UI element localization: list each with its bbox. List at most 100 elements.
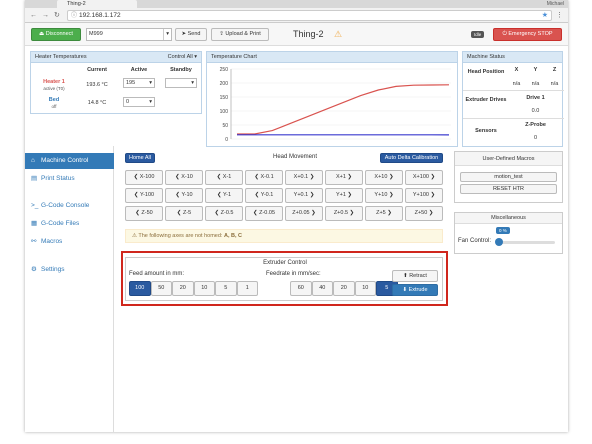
address-bar-row: ← → ↻ ⓘ 192.168.1.172 ★ ⋮	[25, 8, 568, 23]
disconnect-button[interactable]: ⏏ Disconnect	[31, 28, 81, 41]
machine-status-title: Machine Status	[467, 54, 505, 60]
jog-y-button[interactable]: ❮ Y-1	[205, 188, 243, 203]
jog-y-button[interactable]: Y+1 ❯	[325, 188, 363, 203]
bed-name[interactable]: Bed	[31, 97, 77, 103]
control-all-dropdown[interactable]: Control All ▾	[168, 52, 197, 63]
jog-z-button[interactable]: ❮ Z-0.5	[205, 206, 243, 221]
jog-x-button[interactable]: ❮ X-100	[125, 170, 163, 185]
sidebar-item-settings[interactable]: ⚙ Settings	[25, 262, 114, 278]
jog-label: Z-0.5	[220, 210, 234, 216]
machine-name: Thing-2	[293, 29, 324, 39]
heater1-standby-input[interactable]: ▾	[165, 78, 197, 88]
drive1-label: Drive 1	[526, 95, 545, 101]
jog-label: Y+10	[374, 192, 388, 198]
jog-x-button[interactable]: ❮ X-0.1	[245, 170, 283, 185]
y-tick-label: 100	[220, 109, 229, 115]
jog-x-button[interactable]: X+1 ❯	[325, 170, 363, 185]
axis-x-label: X	[514, 67, 519, 73]
sidebar-item-label: G-Code Console	[41, 202, 90, 209]
macro-motion-test-button[interactable]: motion_test	[460, 172, 557, 182]
gcode-input-value: M999	[89, 31, 103, 37]
jog-y-button[interactable]: ❮ Y-0.1	[245, 188, 283, 203]
macro-label: RESET HTR	[492, 186, 525, 192]
browser-tab[interactable]: Thing-2	[57, 0, 137, 8]
jog-y-button[interactable]: ❮ Y-100	[125, 188, 163, 203]
send-label: Send	[187, 31, 201, 37]
bed-current: 14.8 °C	[87, 100, 107, 106]
jog-label: X+0.1	[293, 174, 309, 180]
jog-y-button[interactable]: Y+100 ❯	[405, 188, 443, 203]
zprobe-value: 0	[533, 135, 538, 141]
url-field[interactable]: ⓘ 192.168.1.172 ★	[67, 10, 552, 21]
auto-delta-calibration-button[interactable]: Auto Delta Calibration	[380, 153, 443, 163]
heater1-active-value: 195	[126, 80, 136, 86]
chart-title: Temperature Chart	[211, 54, 257, 60]
macros-icon: ⚯	[31, 238, 37, 245]
menu-icon[interactable]: ⋮	[556, 10, 563, 21]
jog-z-button[interactable]: Z+50 ❯	[405, 206, 443, 221]
bed-active-input[interactable]: 0 ▾	[123, 97, 155, 107]
jog-z-button[interactable]: ❮ Z-50	[125, 206, 163, 221]
heater1-temperature-line	[237, 84, 450, 135]
sidebar-item-label: Machine Control	[41, 157, 89, 164]
back-icon[interactable]: ←	[30, 10, 37, 21]
jog-y-button[interactable]: Y+10 ❯	[365, 188, 403, 203]
axis-x-value: n/a	[512, 81, 521, 87]
status-badge: Idle	[471, 31, 485, 38]
jog-x-button[interactable]: X+10 ❯	[365, 170, 403, 185]
sidebar-item-gcode-console[interactable]: >_ G-Code Console	[25, 198, 114, 214]
highlight-box	[121, 251, 448, 306]
warning-text: The following axes are not homed:	[138, 233, 223, 239]
emergency-stop-button[interactable]: ⏻ Emergency STOP	[493, 28, 562, 41]
sidebar-item-macros[interactable]: ⚯ Macros	[25, 234, 114, 250]
jog-x-button[interactable]: ❮ X-10	[165, 170, 203, 185]
jog-z-button[interactable]: ❮ Z-5	[165, 206, 203, 221]
jog-label: X+100	[412, 174, 429, 180]
jog-label: Z+50	[414, 210, 428, 216]
jog-y-button[interactable]: Y+0.1 ❯	[285, 188, 323, 203]
upload-print-button[interactable]: ⇪ Upload & Print	[211, 28, 269, 41]
jog-x-button[interactable]: ❮ X-1	[205, 170, 243, 185]
sidebar-item-machine-control[interactable]: ⌂ Machine Control	[25, 153, 114, 169]
chevron-right-icon: ❯	[387, 174, 394, 180]
fan-slider-track[interactable]	[499, 241, 555, 244]
jog-label: X-100	[139, 174, 155, 180]
jog-z-button[interactable]: Z+0.05 ❯	[285, 206, 323, 221]
axis-y-label: Y	[533, 67, 538, 73]
temperature-chart: 0 50 100 150 200 250	[220, 67, 451, 143]
jog-z-button[interactable]: ❮ Z-0.05	[245, 206, 283, 221]
head-position-label: Head Position	[467, 69, 505, 75]
gear-icon: ⚙	[31, 266, 37, 273]
reload-icon[interactable]: ↻	[54, 10, 60, 21]
jog-z-button[interactable]: Z+0.5 ❯	[325, 206, 363, 221]
jog-y-button[interactable]: ❮ Y-10	[165, 188, 203, 203]
home-all-button[interactable]: Home All	[125, 153, 155, 163]
macro-reset-htr-button[interactable]: RESET HTR	[460, 184, 557, 194]
info-icon: ⓘ	[71, 13, 78, 19]
heater1-active-input[interactable]: 195 ▾	[123, 78, 155, 88]
chevron-right-icon: ❯	[309, 210, 316, 216]
heater-panel-title: Heater Temperatures	[35, 54, 87, 60]
console-icon: >_	[31, 202, 39, 209]
browser-window: Thing-2 Michael ← → ↻ ⓘ 192.168.1.172 ★ …	[25, 0, 568, 432]
bookmark-star-icon[interactable]: ★	[542, 11, 548, 21]
jog-z-button[interactable]: Z+5 ❯	[365, 206, 403, 221]
heater1-name[interactable]: Heater 1	[31, 79, 77, 85]
forward-icon[interactable]: →	[42, 10, 49, 21]
caret-down-icon[interactable]: ▾	[163, 29, 169, 40]
bed-state: off	[51, 104, 57, 109]
gcode-input[interactable]: M999 ▾	[86, 28, 172, 41]
sidebar-item-gcode-files[interactable]: ▦ G-Code Files	[25, 216, 114, 232]
bed-active-value: 0	[126, 99, 130, 105]
jog-label: Z+0.5	[333, 210, 349, 216]
url-text: 192.168.1.172	[79, 12, 121, 19]
jog-x-button[interactable]: X+100 ❯	[405, 170, 443, 185]
misc-title: Miscellaneous	[491, 215, 526, 221]
drive1-value: 0.0	[531, 108, 540, 114]
jog-x-button[interactable]: X+0.1 ❯	[285, 170, 323, 185]
macros-header: User-Defined Macros	[455, 152, 562, 166]
send-button[interactable]: ➤ Send	[175, 28, 207, 41]
head-movement-title: Head Movement	[272, 154, 318, 160]
sidebar-item-print-status[interactable]: ▤ Print Status	[25, 171, 114, 187]
fan-slider-handle[interactable]	[495, 238, 503, 246]
